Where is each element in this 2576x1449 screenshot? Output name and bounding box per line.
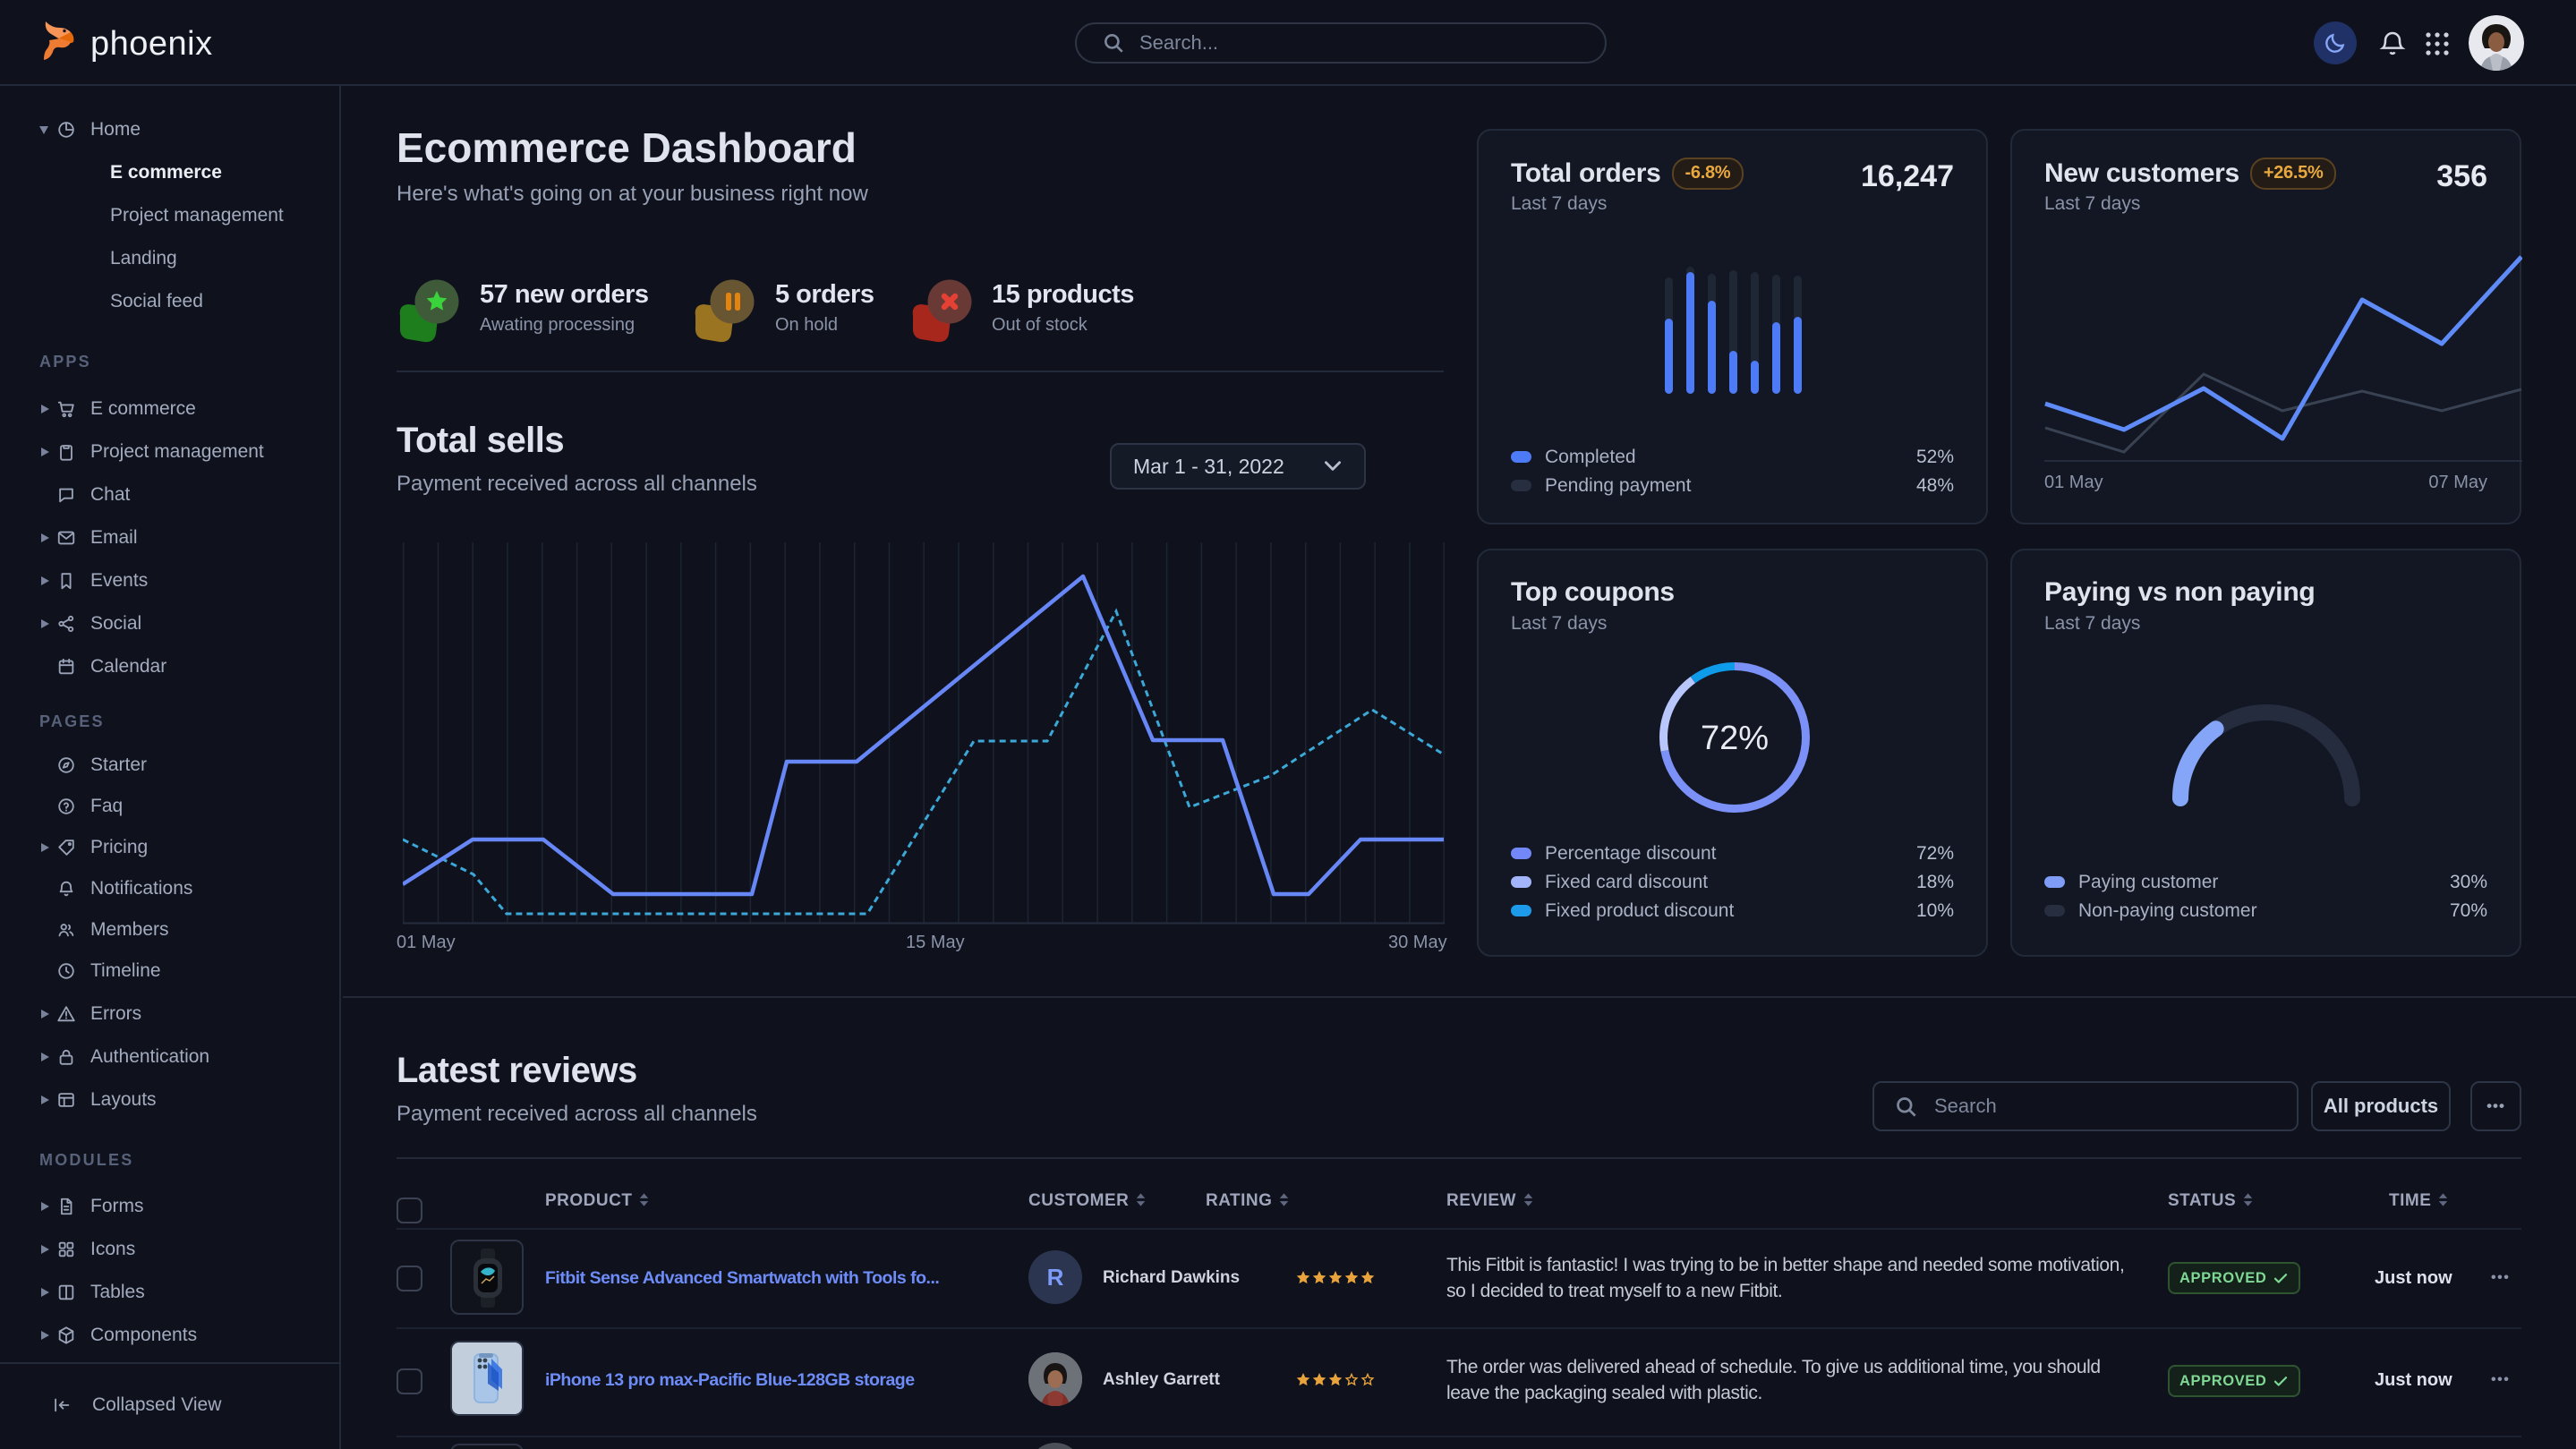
svg-text:72%: 72% (1701, 720, 1769, 757)
